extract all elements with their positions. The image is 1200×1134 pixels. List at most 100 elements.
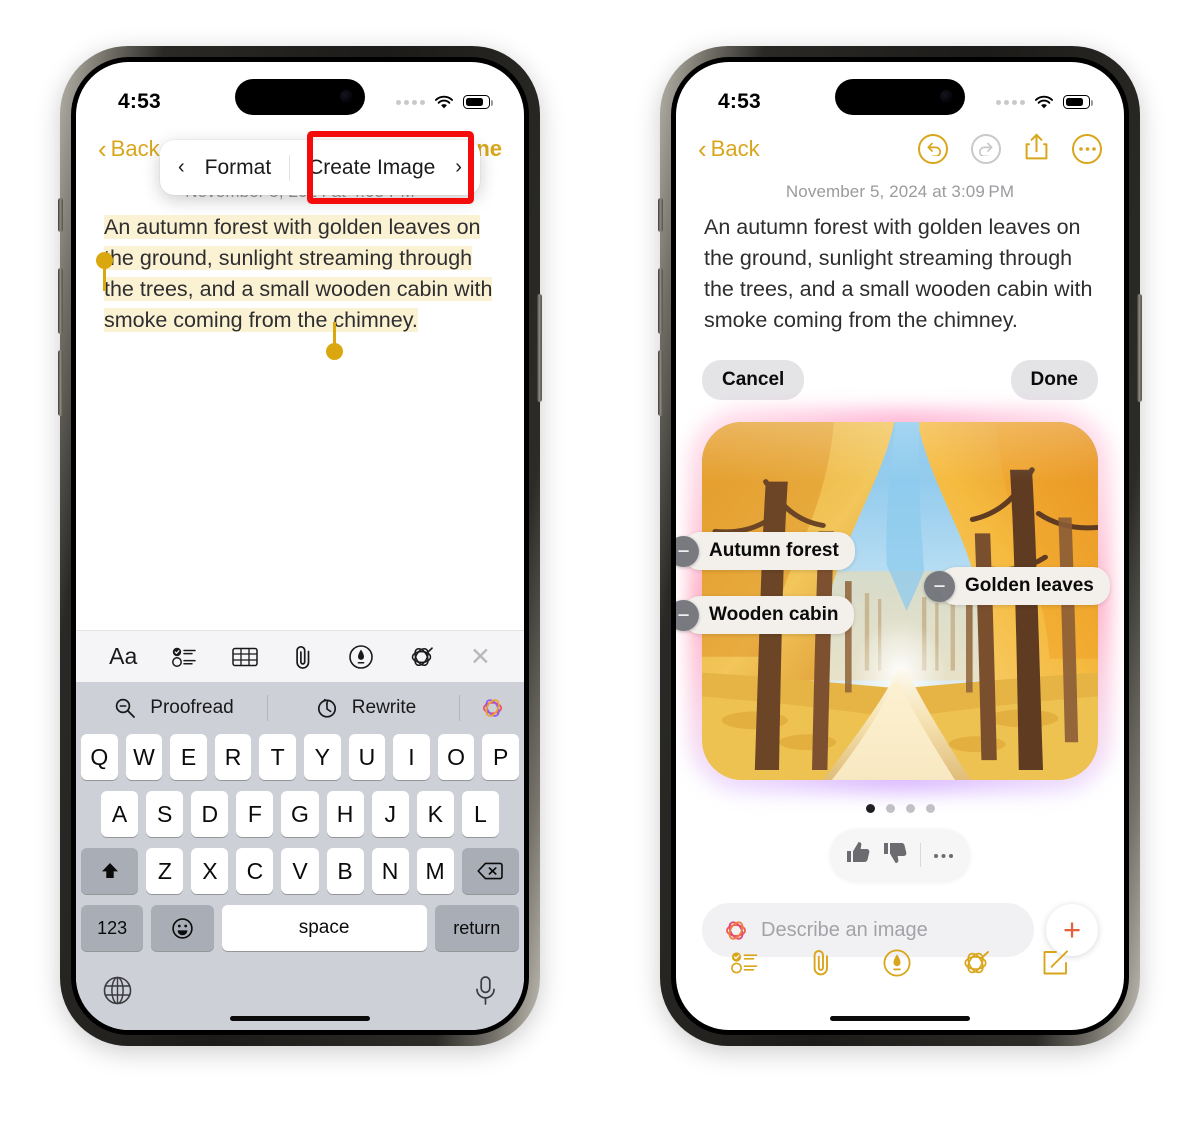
key-m[interactable]: M xyxy=(416,848,454,894)
attachment-icon[interactable] xyxy=(809,948,833,982)
feedback-more-button[interactable] xyxy=(933,846,954,864)
thumbs-up-button[interactable] xyxy=(846,841,871,869)
page-dot[interactable] xyxy=(865,804,875,813)
selection-end-handle[interactable] xyxy=(326,343,343,360)
cellular-dots-icon xyxy=(996,99,1025,105)
undo-button[interactable] xyxy=(918,134,948,164)
markup-pen-icon[interactable] xyxy=(882,948,912,983)
key-r[interactable]: R xyxy=(214,734,252,780)
more-button[interactable] xyxy=(1072,134,1102,164)
selection-start-handle[interactable] xyxy=(96,252,113,269)
key-w[interactable]: W xyxy=(125,734,163,780)
apple-intelligence-icon[interactable] xyxy=(409,644,436,670)
key-k[interactable]: K xyxy=(416,791,454,837)
image-tag-golden-leaves[interactable]: − Golden leaves xyxy=(924,567,1110,605)
page-dot[interactable] xyxy=(925,804,935,813)
rewrite-button[interactable]: Rewrite xyxy=(268,692,459,724)
popover-item-format[interactable]: Format xyxy=(205,156,272,180)
key-u[interactable]: U xyxy=(348,734,386,780)
thumbs-down-button[interactable] xyxy=(883,841,908,869)
home-indicator[interactable] xyxy=(830,1016,970,1021)
done-button[interactable]: Done xyxy=(1010,360,1098,400)
note-text-editor[interactable]: An autumn forest with golden leaves on t… xyxy=(76,202,524,336)
key-x[interactable]: X xyxy=(191,848,229,894)
compose-icon[interactable] xyxy=(1041,948,1070,982)
back-button[interactable]: ‹ Back xyxy=(98,136,160,162)
backspace-icon xyxy=(477,862,504,880)
key-c[interactable]: C xyxy=(236,848,274,894)
minus-circle-icon[interactable]: − xyxy=(924,570,955,602)
close-icon[interactable]: ✕ xyxy=(470,642,491,672)
backspace-key[interactable] xyxy=(461,848,519,894)
table-icon[interactable] xyxy=(232,646,258,668)
key-p[interactable]: P xyxy=(482,734,519,780)
note-date: November 5, 2024 at 3:09 PM xyxy=(785,182,1015,201)
numbers-key[interactable]: 123 xyxy=(81,905,144,951)
key-z[interactable]: Z xyxy=(146,848,184,894)
key-f[interactable]: F xyxy=(236,791,274,837)
more-ellipsis-icon xyxy=(1078,147,1096,151)
popover-next-button[interactable]: › xyxy=(453,156,464,179)
return-key[interactable]: return xyxy=(434,905,519,951)
globe-key[interactable] xyxy=(102,975,133,1011)
text-format-icon[interactable]: Aa xyxy=(109,643,137,670)
key-n[interactable]: N xyxy=(371,848,409,894)
silent-switch[interactable] xyxy=(658,198,663,232)
checklist-icon[interactable] xyxy=(730,950,760,980)
popover-prev-button[interactable]: ‹ xyxy=(176,156,187,179)
popover-item-create-image[interactable]: Create Image xyxy=(308,156,435,180)
power-button[interactable] xyxy=(1137,294,1142,402)
key-h[interactable]: H xyxy=(326,791,364,837)
keyboard-row-3: ZXCVBNM xyxy=(76,848,524,894)
key-e[interactable]: E xyxy=(170,734,207,780)
attachment-icon[interactable] xyxy=(292,644,314,670)
right-note-content: November 5, 2024 at 3:09 PM An autumn fo… xyxy=(676,174,1124,957)
volume-up-button[interactable] xyxy=(58,268,63,334)
image-tag-autumn-forest[interactable]: − Autumn forest xyxy=(676,532,855,570)
volume-up-button[interactable] xyxy=(658,268,663,334)
page-dot[interactable] xyxy=(905,804,915,813)
proofread-button[interactable]: Proofread xyxy=(76,692,267,724)
checklist-icon[interactable] xyxy=(171,646,198,668)
emoji-key[interactable] xyxy=(151,905,214,951)
space-key[interactable]: space xyxy=(221,905,427,951)
key-j[interactable]: J xyxy=(371,791,409,837)
power-button[interactable] xyxy=(537,294,542,402)
key-o[interactable]: O xyxy=(437,734,475,780)
image-page-dots[interactable] xyxy=(676,804,1124,813)
battery-icon xyxy=(1063,95,1093,109)
note-text[interactable]: An autumn forest with golden leaves on t… xyxy=(676,202,1124,336)
selected-note-text[interactable]: An autumn forest with golden leaves on t… xyxy=(104,215,493,332)
key-q[interactable]: Q xyxy=(81,734,118,780)
status-indicators xyxy=(996,95,1093,110)
back-button[interactable]: ‹ Back xyxy=(698,136,760,162)
key-b[interactable]: B xyxy=(326,848,364,894)
key-v[interactable]: V xyxy=(281,848,319,894)
key-s[interactable]: S xyxy=(146,791,184,837)
status-indicators xyxy=(396,95,493,110)
cancel-button[interactable]: Cancel xyxy=(702,360,805,400)
dictation-key[interactable] xyxy=(473,975,498,1011)
proofread-label: Proofread xyxy=(150,697,234,718)
shift-key[interactable] xyxy=(81,848,139,894)
proofread-icon xyxy=(109,692,141,724)
image-tag-wooden-cabin[interactable]: − Wooden cabin xyxy=(676,596,855,634)
key-g[interactable]: G xyxy=(281,791,319,837)
markup-pen-icon[interactable] xyxy=(348,644,374,670)
apple-intelligence-icon[interactable] xyxy=(961,948,992,983)
left-note-content: November 5, 2024 at 4:03 PM An autumn fo… xyxy=(76,174,524,336)
share-button[interactable] xyxy=(1024,132,1049,167)
key-y[interactable]: Y xyxy=(304,734,341,780)
volume-down-button[interactable] xyxy=(58,350,63,416)
key-a[interactable]: A xyxy=(101,791,139,837)
home-indicator[interactable] xyxy=(230,1016,370,1021)
page-dot[interactable] xyxy=(885,804,895,813)
silent-switch[interactable] xyxy=(58,198,63,232)
dynamic-island xyxy=(235,79,365,115)
volume-down-button[interactable] xyxy=(658,350,663,416)
apple-intelligence-button[interactable] xyxy=(460,695,524,721)
key-l[interactable]: L xyxy=(461,791,499,837)
key-i[interactable]: I xyxy=(393,734,430,780)
key-d[interactable]: D xyxy=(191,791,229,837)
key-t[interactable]: T xyxy=(259,734,296,780)
